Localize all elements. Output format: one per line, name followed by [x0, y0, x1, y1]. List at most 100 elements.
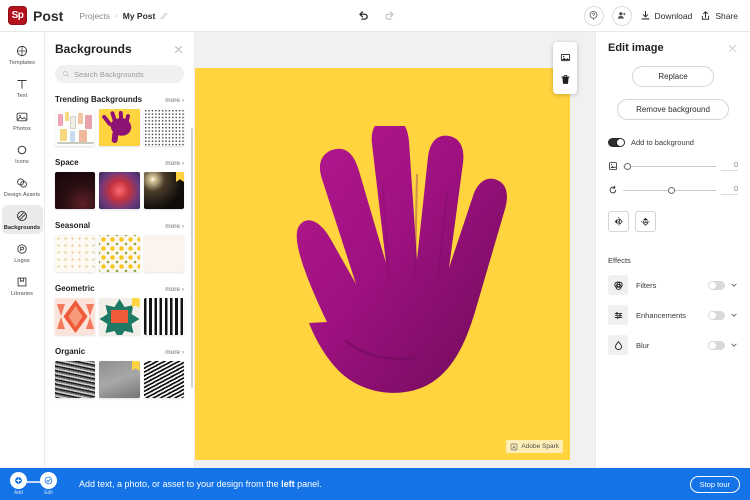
redo-button[interactable] [381, 7, 397, 23]
stop-tour-button[interactable]: Stop tour [689, 475, 740, 493]
sidebar-item-backgrounds[interactable]: Backgrounds [1, 205, 43, 234]
panel-scrollbar[interactable] [190, 128, 193, 388]
replace-button[interactable]: Replace [632, 66, 714, 87]
thumb-art [55, 235, 96, 272]
logos-icon [17, 244, 27, 254]
tour-step-dot [40, 472, 57, 489]
add-to-background-label: Add to background [631, 138, 694, 147]
flip-vertical-button[interactable] [635, 211, 656, 232]
crop-fade-value: 0 [721, 162, 738, 171]
rotate-slider[interactable] [623, 185, 716, 195]
thumb-art [143, 298, 184, 335]
search-icon [63, 71, 69, 77]
filters-button[interactable] [608, 275, 628, 295]
download-button[interactable]: Download [640, 10, 692, 21]
thumb-black-swirls[interactable] [143, 361, 184, 398]
undo-button[interactable] [355, 7, 371, 23]
sidebar-item-design-assets[interactable]: Design Assets [2, 172, 43, 201]
pencil-icon[interactable] [160, 11, 169, 20]
section-more-link[interactable]: more › [165, 97, 184, 104]
canvas-float-toolbar [553, 42, 577, 94]
section-space: Space more › [45, 158, 194, 209]
thumb-wavy-lines[interactable] [55, 361, 96, 398]
effect-row-blur: Blur [608, 335, 738, 355]
section-geometric: Geometric more › [45, 284, 194, 335]
tour-bar: Add Edit Add text, a photo, or asset to … [0, 468, 750, 500]
close-icon[interactable] [173, 44, 184, 55]
tour-step-add[interactable]: Add [10, 472, 27, 496]
section-more-link[interactable]: more › [165, 223, 184, 230]
thumb-quilt-star[interactable] [99, 298, 140, 335]
sidebar-label-libraries: Libraries [11, 291, 33, 297]
thumb-red-kaleidoscope[interactable] [55, 298, 96, 335]
templates-icon [16, 45, 28, 57]
enhancements-toggle[interactable] [708, 310, 725, 320]
invite-people-button[interactable] [611, 5, 632, 26]
design-canvas[interactable]: Adobe Spark [195, 68, 570, 460]
section-more-link[interactable]: more › [165, 286, 184, 293]
thumb-dotted-pattern[interactable] [143, 109, 184, 146]
add-to-background-toggle[interactable] [608, 138, 625, 147]
thumb-dark-red-rays[interactable] [55, 172, 96, 209]
search-input[interactable]: Search Backgrounds [55, 65, 184, 83]
effect-row-enhancements: Enhancements [608, 305, 738, 325]
thumb-sunflower-pattern[interactable] [99, 235, 140, 272]
replace-image-button[interactable] [553, 46, 577, 68]
thumb-starburst-dark[interactable] [143, 172, 184, 209]
sidebar-label-photos: Photos [13, 126, 31, 132]
chevron-down-icon[interactable] [730, 311, 738, 319]
enhancements-button[interactable] [608, 305, 628, 325]
thumb-art [99, 172, 140, 209]
thumb-blush-plain[interactable] [143, 235, 184, 272]
share-button[interactable]: Share [700, 10, 738, 21]
breadcrumb-projects[interactable]: Projects [79, 11, 110, 21]
remove-background-button[interactable]: Remove background [617, 99, 729, 120]
thumb-grey-texture[interactable] [99, 361, 140, 398]
delete-button[interactable] [553, 68, 577, 90]
section-header: Organic more › [55, 347, 184, 356]
magenta-hand-artwork[interactable] [287, 126, 517, 456]
rotate-slider-row: 0 [608, 185, 738, 195]
thumb-art [55, 172, 96, 209]
section-header: Space more › [55, 158, 184, 167]
section-organic: Organic more › [45, 347, 194, 398]
tour-step-edit[interactable]: Edit [40, 472, 57, 496]
section-more-link[interactable]: more › [165, 349, 184, 356]
text-icon [17, 80, 27, 89]
sidebar-item-icons[interactable]: Icons [2, 139, 43, 168]
breadcrumb: Projects › My Post [79, 11, 169, 21]
close-icon[interactable] [727, 43, 738, 54]
spark-logo[interactable]: Sp [8, 6, 27, 25]
thumb-illustration-people[interactable] [55, 109, 96, 146]
thumb-confetti-light[interactable] [55, 235, 96, 272]
thumb-vertical-stripes[interactable] [143, 298, 184, 335]
top-bar-actions: Download Share [583, 5, 743, 26]
sidebar-item-text[interactable]: Text [2, 73, 43, 102]
thumb-yellow-hand[interactable] [99, 109, 140, 146]
blur-toggle[interactable] [708, 340, 725, 350]
panel-header: Edit image [608, 42, 738, 54]
chevron-down-icon[interactable] [730, 341, 738, 349]
sidebar-item-logos[interactable]: Logos [2, 238, 43, 267]
crop-fade-slider[interactable] [623, 161, 716, 171]
spark-icon [511, 443, 518, 450]
thumb-grid [55, 298, 184, 335]
libraries-icon [17, 277, 27, 287]
filters-toggle[interactable] [708, 280, 725, 290]
thumb-art [143, 235, 184, 272]
flip-buttons [608, 211, 738, 232]
blur-button[interactable] [608, 335, 628, 355]
sidebar-item-templates[interactable]: Templates [2, 40, 43, 69]
section-more-link[interactable]: more › [165, 160, 184, 167]
chevron-down-icon[interactable] [730, 281, 738, 289]
section-title: Seasonal [55, 221, 91, 230]
edit-image-panel: Edit image Replace Remove background Add… [595, 32, 750, 468]
sidebar-label-text: Text [16, 93, 28, 99]
thumb-grid [55, 172, 184, 209]
sidebar-item-photos[interactable]: Photos [2, 106, 43, 135]
sidebar-item-libraries[interactable]: Libraries [2, 271, 43, 300]
tour-message: Add text, a photo, or asset to your desi… [79, 479, 322, 489]
thumb-pink-nebula[interactable] [99, 172, 140, 209]
help-button[interactable] [583, 5, 604, 26]
flip-horizontal-button[interactable] [608, 211, 629, 232]
